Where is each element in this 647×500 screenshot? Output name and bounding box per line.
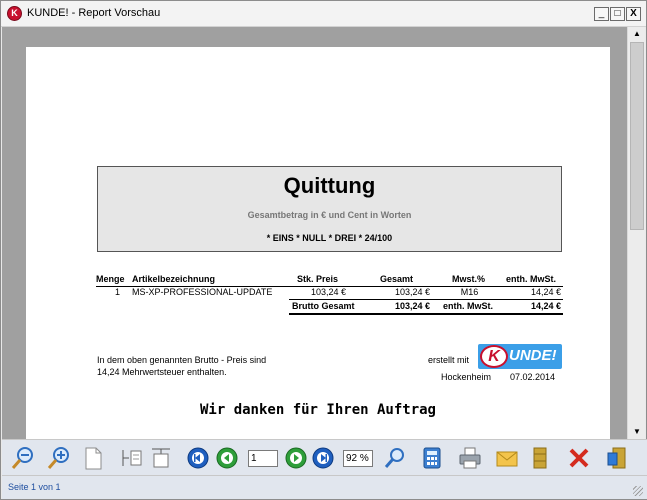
header-stk-preis: Stk. Preis (297, 274, 339, 284)
zoom-in-icon[interactable] (46, 445, 72, 471)
first-page-icon[interactable] (185, 445, 211, 471)
cell-stk-preis: 103,24 € (310, 287, 346, 297)
page-width-icon[interactable] (119, 445, 145, 471)
total-enth-mwst: 14,24 € (530, 301, 561, 311)
page-height-icon[interactable] (148, 445, 174, 471)
kunde-logo: K UNDE! (478, 344, 562, 369)
table-row: 1 MS-XP-PROFESSIONAL-UPDATE 103,24 € 103… (96, 287, 563, 299)
preview-toolbar: 1 92 % (2, 439, 647, 475)
printer-icon[interactable] (457, 445, 483, 471)
page-status: Seite 1 von 1 (8, 482, 61, 492)
cell-mwst: M16 (460, 287, 479, 297)
app-logo-icon: K (7, 6, 22, 21)
cell-gesamt: 103,24 € (394, 287, 430, 297)
email-icon[interactable] (494, 445, 520, 471)
cell-enth-mwst: 14,24 € (530, 287, 561, 297)
zoom-out-icon[interactable] (10, 445, 36, 471)
preview-area[interactable]: Quittung Gesamtbetrag in € und Cent in W… (2, 27, 627, 439)
made-with-label: erstellt mit (428, 355, 470, 365)
header-enth-mwst: enth. MwSt. (506, 274, 556, 284)
page-number-input[interactable]: 1 (248, 450, 278, 467)
items-table: Menge Artikelbezeichnung Stk. Preis Gesa… (96, 274, 563, 315)
scroll-down-arrow[interactable]: ▼ (630, 425, 644, 439)
minimize-button[interactable]: _ (594, 7, 609, 21)
single-page-icon[interactable] (80, 445, 106, 471)
amount-in-words: * EINS * NULL * DREI * 24/100 (266, 233, 393, 243)
total-mwst-label: enth. MwSt. (443, 301, 493, 311)
close-window-button[interactable]: X (626, 7, 641, 21)
status-bar: Seite 1 von 1 (2, 475, 647, 499)
total-rule (96, 313, 563, 315)
search-icon[interactable] (382, 445, 408, 471)
header-artikel: Artikelbezeichnung (132, 274, 216, 284)
kunde-logo-text: UNDE! (509, 347, 557, 364)
window-title: KUNDE! - Report Vorschau (27, 7, 161, 19)
scroll-up-arrow[interactable]: ▲ (630, 27, 644, 41)
exit-icon[interactable] (604, 445, 630, 471)
archive-icon[interactable] (527, 445, 553, 471)
table-header-row: Menge Artikelbezeichnung Stk. Preis Gesa… (96, 274, 563, 286)
total-row: Brutto Gesamt 103,24 € enth. MwSt. 14,24… (96, 301, 563, 313)
calculator-icon[interactable] (419, 445, 445, 471)
cell-artikel: MS-XP-PROFESSIONAL-UPDATE (132, 287, 273, 297)
cell-menge: 1 (114, 287, 120, 297)
header-gesamt: Gesamt (380, 274, 414, 284)
vat-note-line1: In dem oben genannten Brutto - Preis sin… (97, 355, 267, 365)
vat-note-line2: 14,24 Mehrwertsteuer enthalten. (97, 367, 227, 377)
zoom-level-input[interactable]: 92 % (343, 450, 373, 467)
close-icon[interactable] (566, 445, 592, 471)
kunde-logo-k: K (480, 345, 508, 368)
receipt-header-box: Quittung Gesamtbetrag in € und Cent in W… (97, 166, 562, 252)
thank-you-text: Wir danken für Ihren Auftrag (199, 402, 436, 418)
maximize-button[interactable]: □ (610, 7, 625, 21)
vat-note: In dem oben genannten Brutto - Preis sin… (97, 354, 307, 378)
header-mwst: Mwst.% (452, 274, 486, 284)
resize-grip-icon[interactable] (633, 486, 643, 496)
report-page: Quittung Gesamtbetrag in € und Cent in W… (26, 47, 610, 439)
place-label: Hockenheim (441, 372, 492, 382)
date-label: 07.02.2014 (510, 372, 556, 382)
report-preview-window: K KUNDE! - Report Vorschau _ □ X Quittun… (0, 0, 647, 500)
last-page-icon[interactable] (310, 445, 336, 471)
previous-page-icon[interactable] (214, 445, 240, 471)
scroll-thumb[interactable] (630, 42, 644, 230)
total-gesamt: 103,24 € (394, 301, 430, 311)
receipt-subtitle: Gesamtbetrag in € und Cent in Worten (247, 210, 412, 220)
receipt-title: Quittung (283, 173, 376, 198)
title-bar[interactable]: K KUNDE! - Report Vorschau _ □ X (1, 1, 646, 27)
header-menge: Menge (96, 274, 125, 284)
vertical-scrollbar[interactable]: ▲ ▼ (627, 27, 645, 439)
next-page-icon[interactable] (283, 445, 309, 471)
total-label: Brutto Gesamt (292, 301, 355, 311)
